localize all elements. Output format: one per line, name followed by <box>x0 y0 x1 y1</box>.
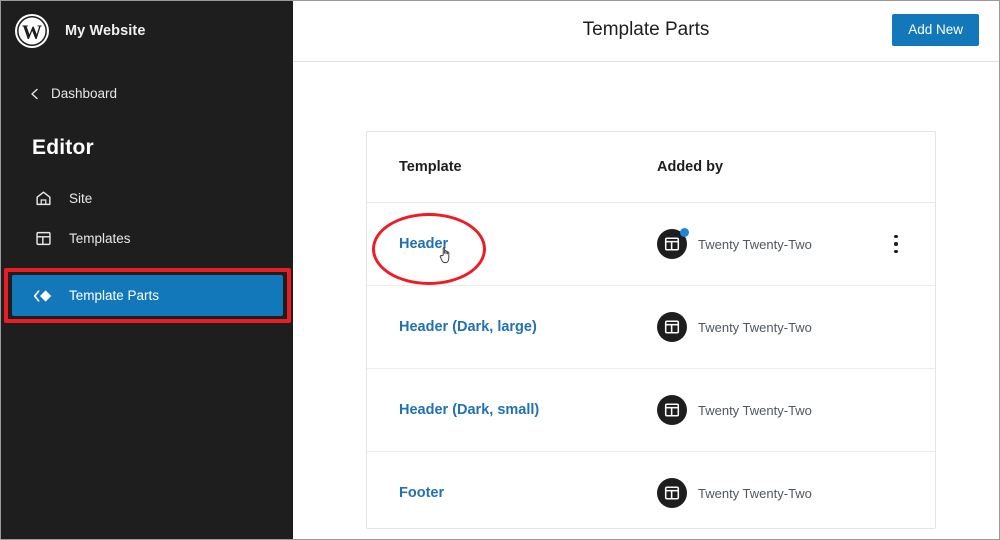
table-header-cell-added-by: Added by <box>657 158 881 176</box>
template-part-link-footer[interactable]: Footer <box>399 485 444 501</box>
added-by-name: Twenty Twenty-Two <box>698 485 812 501</box>
sidebar-item-site-label: Site <box>69 190 93 206</box>
table-header-cell-template: Template <box>367 158 657 176</box>
sidebar-item-template-parts-label: Template Parts <box>69 288 160 303</box>
column-header-added-by: Added by <box>657 159 724 175</box>
template-part-diamond-icon <box>33 286 53 306</box>
add-new-button[interactable]: Add New <box>892 14 979 46</box>
avatar <box>657 478 687 508</box>
page-header-bar: Template Parts Add New <box>293 1 999 62</box>
back-link-label: Dashboard <box>51 85 118 101</box>
table-row: Header Twenty Twenty-Two <box>367 203 935 286</box>
main-content-area: Template Parts Add New Template Added by… <box>293 1 999 539</box>
site-title: My Website <box>65 23 146 39</box>
theme-layout-icon <box>657 478 687 508</box>
table-row: Header (Dark, small) Twenty Twenty-Two <box>367 369 935 452</box>
added-by-name: Twenty Twenty-Two <box>698 402 812 418</box>
template-part-link-header-dark-large[interactable]: Header (Dark, large) <box>399 319 537 335</box>
notification-dot-icon <box>680 228 689 237</box>
home-icon <box>33 188 53 208</box>
sidebar-item-templates-label: Templates <box>69 230 131 246</box>
theme-layout-icon <box>657 395 687 425</box>
wordpress-logo-icon: W <box>15 14 49 48</box>
svg-text:W: W <box>22 22 42 44</box>
avatar <box>657 395 687 425</box>
table-cell-added-by: Twenty Twenty-Two <box>657 395 881 425</box>
editor-sidebar: W My Website Dashboard Editor Site Templ… <box>1 1 293 539</box>
table-row: Header (Dark, large) Twenty Twenty-Two <box>367 286 935 369</box>
table-cell-added-by: Twenty Twenty-Two <box>657 228 881 259</box>
table-cell-template: Footer <box>367 484 657 502</box>
table-header-row: Template Added by <box>367 132 935 203</box>
table-cell-added-by: Twenty Twenty-Two <box>657 312 881 342</box>
layout-icon <box>33 228 53 248</box>
sidebar-nav: Site Templates Template Parts <box>1 178 293 316</box>
sidebar-item-template-parts[interactable]: Template Parts <box>12 275 283 316</box>
avatar <box>657 228 689 259</box>
theme-layout-icon <box>657 312 687 342</box>
template-parts-table-card: Template Added by Header Twenty Twenty-T… <box>366 131 936 529</box>
sidebar-item-site[interactable]: Site <box>1 178 293 218</box>
template-part-link-header-dark-small[interactable]: Header (Dark, small) <box>399 402 539 418</box>
table-cell-template: Header <box>367 235 657 253</box>
added-by-name: Twenty Twenty-Two <box>698 236 812 252</box>
sidebar-section-title: Editor <box>32 136 94 159</box>
more-vertical-icon[interactable] <box>881 229 911 259</box>
added-by-name: Twenty Twenty-Two <box>698 319 812 335</box>
table-row: Footer Twenty Twenty-Two <box>367 452 935 528</box>
table-cell-template: Header (Dark, large) <box>367 318 657 336</box>
table-cell-actions <box>881 229 935 259</box>
table-cell-template: Header (Dark, small) <box>367 401 657 419</box>
avatar <box>657 312 687 342</box>
site-brand[interactable]: W My Website <box>1 1 293 61</box>
back-to-dashboard-link[interactable]: Dashboard <box>1 80 293 106</box>
table-cell-added-by: Twenty Twenty-Two <box>657 478 881 508</box>
column-header-template: Template <box>399 159 462 175</box>
template-part-link-header[interactable]: Header <box>399 236 448 252</box>
wordpress-site-editor-window: W My Website Dashboard Editor Site Templ… <box>0 0 1000 540</box>
sidebar-item-templates[interactable]: Templates <box>1 218 293 258</box>
chevron-left-icon <box>29 87 41 100</box>
